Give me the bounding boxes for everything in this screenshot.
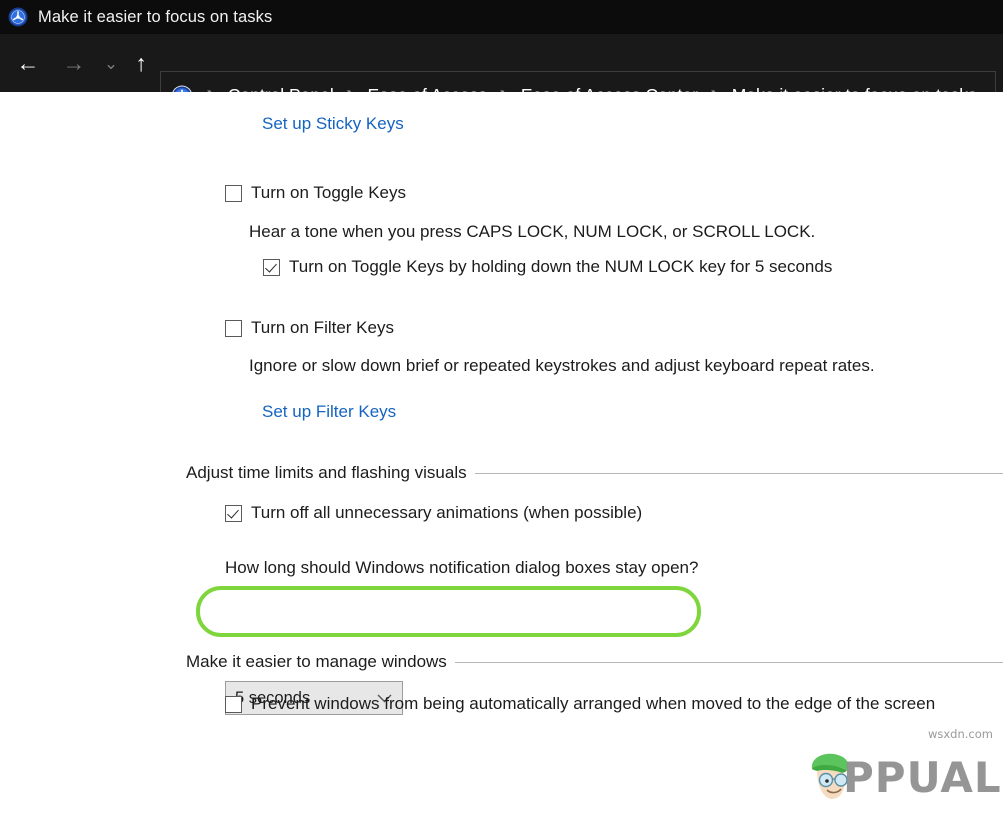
prevent-arrange-checkbox-row[interactable]: Prevent windows from being automatically… — [225, 694, 935, 714]
up-button[interactable]: ↑ — [124, 46, 158, 80]
address-bar: ← → ⌄ ↑ ❯ Control Panel ❯ Ease of Access… — [0, 34, 1003, 120]
prevent-arrange-label: Prevent windows from being automatically… — [251, 694, 936, 713]
filter-keys-label: Turn on Filter Keys — [251, 318, 394, 337]
appuals-wordmark: PPUALS — [843, 753, 1003, 802]
ease-of-access-icon — [8, 7, 28, 27]
toggle-keys-hold-numlock-checkbox-row[interactable]: Turn on Toggle Keys by holding down the … — [263, 257, 832, 277]
recent-locations-chevron-down-icon[interactable]: ⌄ — [94, 46, 128, 80]
toggle-keys-description: Hear a tone when you press CAPS LOCK, NU… — [249, 222, 816, 241]
turn-off-animations-checkbox[interactable] — [225, 504, 242, 522]
toggle-keys-hold-numlock-label: Turn on Toggle Keys by holding down the … — [289, 257, 833, 276]
site-credit-text: wsxdn.com — [927, 727, 993, 741]
turn-off-animations-label: Turn off all unnecessary animations (whe… — [251, 503, 643, 522]
time-limits-group-heading: Adjust time limits and flashing visuals — [186, 463, 1003, 483]
toggle-keys-label: Turn on Toggle Keys — [251, 183, 406, 202]
filter-keys-description: Ignore or slow down brief or repeated ke… — [249, 356, 875, 375]
appuals-mascot-icon — [800, 747, 862, 814]
time-limits-group-label: Adjust time limits and flashing visuals — [186, 463, 467, 482]
set-up-filter-keys-link[interactable]: Set up Filter Keys — [262, 402, 396, 422]
manage-windows-group-heading: Make it easier to manage windows — [186, 652, 1003, 672]
toggle-keys-checkbox-row[interactable]: Turn on Toggle Keys — [225, 183, 406, 203]
section-divider — [454, 661, 1003, 663]
filter-keys-checkbox-row[interactable]: Turn on Filter Keys — [225, 318, 394, 338]
window-titlebar: Make it easier to focus on tasks — [0, 0, 1003, 34]
section-divider — [474, 472, 1003, 474]
settings-content: Set up Sticky Keys Turn on Toggle Keys H… — [0, 92, 1003, 802]
turn-off-animations-checkbox-row[interactable]: Turn off all unnecessary animations (whe… — [225, 503, 642, 523]
forward-button[interactable]: → — [57, 46, 91, 80]
highlight-annotation — [196, 586, 701, 637]
appuals-watermark: PPUALS — [800, 747, 1003, 809]
set-up-sticky-keys-link[interactable]: Set up Sticky Keys — [262, 114, 404, 134]
back-button[interactable]: ← — [11, 46, 45, 80]
filter-keys-checkbox[interactable] — [225, 319, 242, 337]
toggle-keys-hold-numlock-checkbox[interactable] — [263, 258, 280, 276]
prevent-arrange-checkbox[interactable] — [225, 695, 242, 713]
window-title: Make it easier to focus on tasks — [38, 7, 273, 26]
manage-windows-group-label: Make it easier to manage windows — [186, 652, 447, 671]
toggle-keys-checkbox[interactable] — [225, 184, 242, 202]
dialog-duration-question: How long should Windows notification dia… — [225, 558, 699, 577]
